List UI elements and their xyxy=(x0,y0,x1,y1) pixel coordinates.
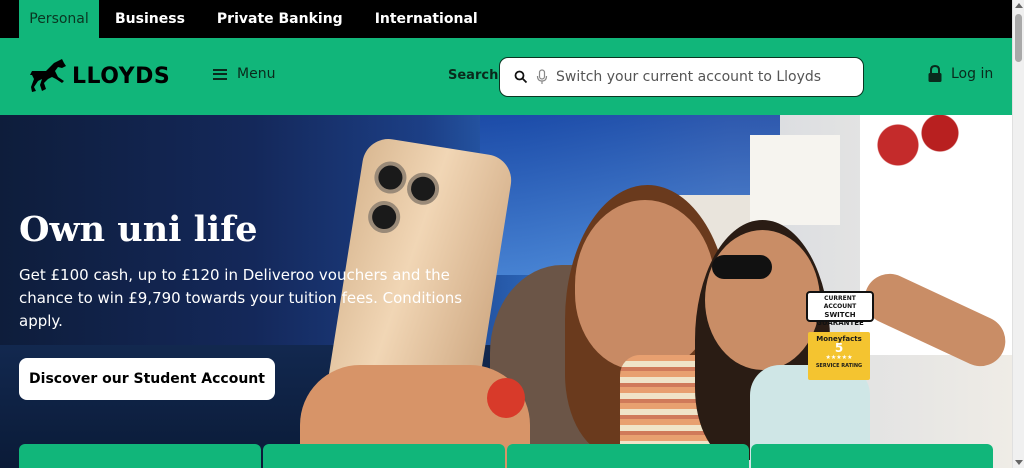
tab-business[interactable]: Business xyxy=(99,0,201,38)
product-card[interactable] xyxy=(19,444,261,468)
hero-description: Get £100 cash, up to £120 in Deliveroo v… xyxy=(19,266,463,330)
search-icon xyxy=(514,70,528,84)
scroll-down-arrow-icon[interactable] xyxy=(1015,460,1023,465)
hero-person-1-face xyxy=(575,200,715,370)
microphone-icon[interactable] xyxy=(536,69,548,85)
hero-nail xyxy=(487,378,525,418)
hamburger-icon xyxy=(213,68,227,80)
product-card[interactable] xyxy=(263,444,505,468)
site-header: LLOYDS Menu Search Log in xyxy=(0,38,1012,115)
camera-lens xyxy=(372,159,409,196)
search-box[interactable] xyxy=(499,57,864,97)
lock-icon xyxy=(928,65,942,82)
product-cards-row xyxy=(19,444,993,468)
page-scrollbar[interactable] xyxy=(1012,0,1024,468)
product-card[interactable] xyxy=(507,444,749,468)
star-rating-icon: ★★★★★ xyxy=(825,354,853,361)
segment-nav: Personal Business Private Banking Intern… xyxy=(0,0,1012,38)
badge-line: GUARANTEE xyxy=(816,319,864,327)
badge-line: SWITCH xyxy=(824,311,856,319)
camera-lens xyxy=(365,198,403,236)
sunglasses xyxy=(712,255,772,279)
camera-lens xyxy=(404,170,442,208)
scroll-thumb[interactable] xyxy=(1015,14,1022,62)
lloyds-logo[interactable]: LLOYDS xyxy=(28,57,170,95)
black-horse-icon xyxy=(30,59,66,92)
login-label: Log in xyxy=(951,66,994,82)
tab-private-banking[interactable]: Private Banking xyxy=(201,0,359,38)
tab-personal[interactable]: Personal xyxy=(19,0,99,38)
login-button[interactable]: Log in xyxy=(927,65,993,83)
search-input[interactable] xyxy=(556,69,846,85)
moneyfacts-badge: Moneyfacts 5 ★★★★★ SERVICE RATING xyxy=(808,332,870,380)
menu-label: Menu xyxy=(237,66,276,82)
tab-international[interactable]: International xyxy=(359,0,494,38)
switch-guarantee-badge: CURRENT ACCOUNT SWITCH GUARANTEE xyxy=(806,291,874,327)
hero-banner: CURRENT ACCOUNT SWITCH GUARANTEE Moneyfa… xyxy=(0,115,1012,468)
moneyfacts-caption: SERVICE RATING xyxy=(815,363,863,369)
hero-flowers xyxy=(850,115,970,175)
scroll-up-arrow-icon[interactable] xyxy=(1015,3,1023,8)
hero-title: Own uni life xyxy=(19,209,258,250)
moneyfacts-rating: 5 xyxy=(834,341,844,355)
hero-person-2-face xyxy=(705,230,820,370)
product-card[interactable] xyxy=(751,444,993,468)
discover-student-account-button[interactable]: Discover our Student Account xyxy=(19,358,275,400)
menu-button[interactable]: Menu xyxy=(213,66,275,82)
search-label: Search xyxy=(448,68,499,83)
logo-wordmark: LLOYDS xyxy=(72,63,171,89)
badge-line: CURRENT ACCOUNT xyxy=(823,295,857,310)
